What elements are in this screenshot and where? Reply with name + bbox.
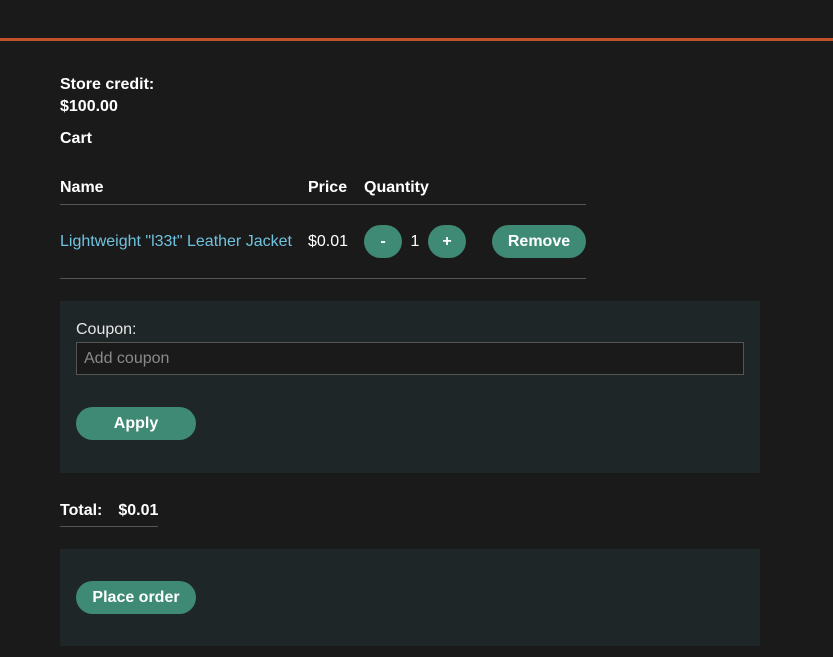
total-row: Total: $0.01 [60,502,159,527]
coupon-panel: Coupon: Apply [60,301,760,473]
cart-title: Cart [60,130,93,147]
increment-quantity-button[interactable]: + [428,225,466,258]
coupon-label: Coupon: [76,321,137,338]
cell-actions: Remove [482,204,586,279]
place-order-panel: Place order [60,549,760,646]
top-header-bar [0,0,833,41]
coupon-input[interactable] [76,342,744,375]
table-row: Lightweight "l33t" Leather Jacket $0.01 … [60,204,586,279]
place-order-button[interactable]: Place order [76,581,196,614]
column-header-quantity: Quantity [364,177,482,205]
total-label: Total: [60,502,103,519]
quantity-stepper: - 1 + [364,225,466,258]
cart-page: Store credit: $100.00 Cart Name Price Qu… [60,74,760,646]
cell-name: Lightweight "l33t" Leather Jacket [60,204,308,279]
column-header-name: Name [60,177,308,205]
total-value: $0.01 [118,502,159,519]
cell-price: $0.01 [307,204,364,279]
store-credit-value: $100.00 [60,98,118,115]
remove-item-button[interactable]: Remove [492,225,586,258]
quantity-value: 1 [410,232,420,250]
apply-coupon-button[interactable]: Apply [76,407,196,440]
cell-quantity: - 1 + [364,204,482,279]
cart-header-row: Name Price Quantity [60,177,586,205]
decrement-quantity-button[interactable]: - [364,225,402,258]
column-header-actions [482,177,586,205]
cart-table: Name Price Quantity Lightweight "l33t" L… [60,177,586,279]
store-credit-label: Store credit: [60,76,155,93]
product-link[interactable]: Lightweight "l33t" Leather Jacket [60,233,292,250]
column-header-price: Price [307,177,364,205]
